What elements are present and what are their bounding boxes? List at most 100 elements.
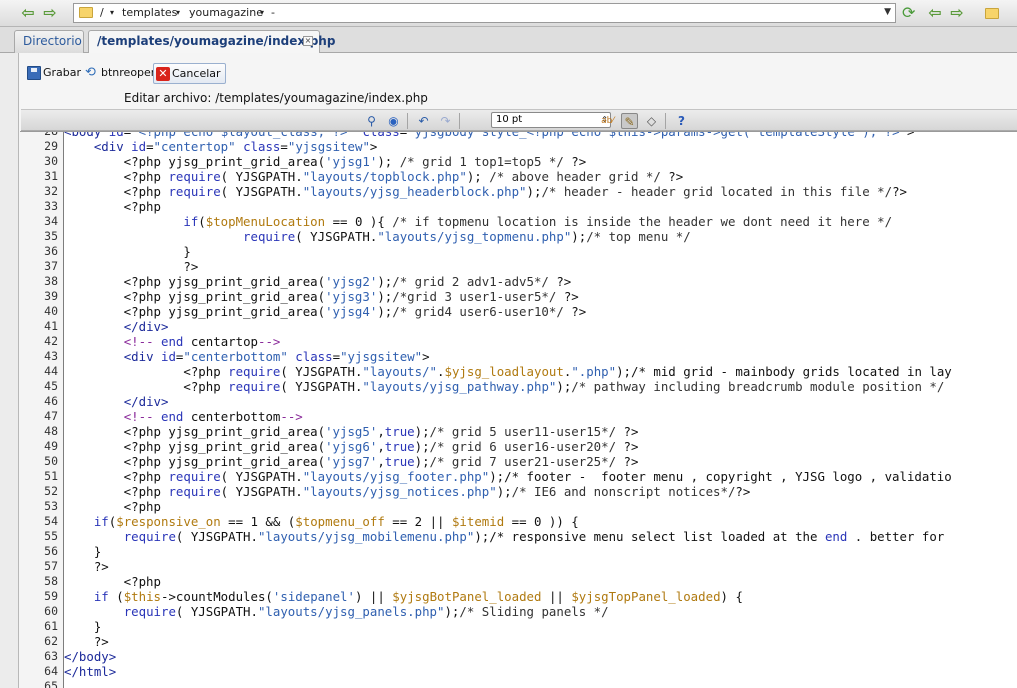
code-text[interactable]: require( YJSGPATH."layouts/yjsg_topmenu.… bbox=[64, 229, 691, 244]
code-line[interactable]: 40 <?php yjsg_print_grid_area('yjsg4');/… bbox=[20, 304, 1017, 319]
code-text[interactable]: </div> bbox=[64, 319, 169, 334]
code-text[interactable]: ?> bbox=[64, 259, 198, 274]
eraser-icon[interactable]: ◇ bbox=[643, 113, 660, 129]
code-text[interactable]: <?php require( YJSGPATH."layouts/yjsg_no… bbox=[64, 484, 751, 499]
code-text[interactable]: if($topMenuLocation == 0 ){ /* if topmen… bbox=[64, 214, 892, 229]
code-line[interactable]: 62 ?> bbox=[20, 634, 1017, 649]
forward-arrow-icon[interactable]: ⇨ bbox=[40, 4, 60, 22]
code-line[interactable]: 55 require( YJSGPATH."layouts/yjsg_mobil… bbox=[20, 529, 1017, 544]
code-text[interactable]: <div id="centertop" class="yjsgsitew"> bbox=[64, 139, 378, 154]
chevron-down-icon[interactable]: ▾ bbox=[260, 8, 264, 17]
code-text[interactable]: require( YJSGPATH."layouts/yjsg_mobileme… bbox=[64, 529, 945, 544]
code-text[interactable]: } bbox=[64, 544, 101, 559]
code-line[interactable]: 37 ?> bbox=[20, 259, 1017, 274]
code-line[interactable]: 59 if ($this->countModules('sidepanel') … bbox=[20, 589, 1017, 604]
folder-icon[interactable] bbox=[985, 8, 999, 19]
code-text[interactable]: <?php require( YJSGPATH."layouts/".$yjsg… bbox=[64, 364, 951, 379]
crumb-more[interactable]: - bbox=[271, 6, 275, 19]
code-text[interactable]: <?php yjsg_print_grid_area('yjsg6',true)… bbox=[64, 439, 639, 454]
spellcheck-icon[interactable]: ab⁄ bbox=[599, 113, 616, 129]
redo-icon[interactable]: ↷ bbox=[437, 113, 454, 129]
code-line[interactable]: 32 <?php require( YJSGPATH."layouts/yjsg… bbox=[20, 184, 1017, 199]
code-text[interactable]: </body> bbox=[64, 649, 116, 664]
code-text[interactable]: </html> bbox=[64, 664, 116, 679]
code-line[interactable]: 36 } bbox=[20, 244, 1017, 259]
code-text[interactable]: <?php require( YJSGPATH."layouts/yjsg_he… bbox=[64, 184, 907, 199]
code-text[interactable]: if($responsive_on == 1 && ($topmenu_off … bbox=[64, 514, 579, 529]
code-line[interactable]: 34 if($topMenuLocation == 0 ){ /* if top… bbox=[20, 214, 1017, 229]
code-text[interactable]: <!-- end centartop--> bbox=[64, 334, 281, 349]
code-text[interactable]: <?php require( YJSGPATH."layouts/topbloc… bbox=[64, 169, 684, 184]
crumb-root[interactable]: / bbox=[100, 6, 104, 19]
code-line[interactable]: 31 <?php require( YJSGPATH."layouts/topb… bbox=[20, 169, 1017, 184]
code-line[interactable]: 49 <?php yjsg_print_grid_area('yjsg6',tr… bbox=[20, 439, 1017, 454]
code-text[interactable]: <?php yjsg_print_grid_area('yjsg4');/* g… bbox=[64, 304, 587, 319]
code-text[interactable]: </div> bbox=[64, 394, 169, 409]
code-line[interactable]: 43 <div id="centerbottom" class="yjsgsit… bbox=[20, 349, 1017, 364]
code-text[interactable]: <!-- end centerbottom--> bbox=[64, 409, 303, 424]
help-icon[interactable]: ? bbox=[673, 113, 690, 129]
code-text[interactable]: <?php bbox=[64, 199, 161, 214]
code-text[interactable]: <?php yjsg_print_grid_area('yjsg5',true)… bbox=[64, 424, 639, 439]
forward-arrow-icon[interactable]: ⇨ bbox=[947, 4, 967, 22]
font-size-select[interactable]: 10 pt ⇕ bbox=[491, 112, 611, 128]
code-text[interactable]: require( YJSGPATH."layouts/yjsg_panels.p… bbox=[64, 604, 609, 619]
crumb-templates[interactable]: templates bbox=[122, 6, 177, 19]
code-text[interactable]: <?php yjsg_print_grid_area('yjsg3');/*gr… bbox=[64, 289, 579, 304]
code-editor[interactable]: 28 <body id="<?php echo $layout_class; ?>… bbox=[20, 131, 1017, 688]
refresh-icon[interactable]: ⟳ bbox=[902, 4, 915, 22]
code-text[interactable]: } bbox=[64, 244, 190, 259]
code-line[interactable]: 45 <?php require( YJSGPATH."layouts/yjsg… bbox=[20, 379, 1017, 394]
reopen-button[interactable]: ⟲ btnreopen bbox=[83, 63, 158, 84]
code-text[interactable]: <div id="centerbottom" class="yjsgsitew"… bbox=[64, 349, 430, 364]
path-bar[interactable]: / ▾ templates ▾ youmagazine ▾ - ▼ bbox=[73, 3, 896, 23]
code-text[interactable]: <?php require( YJSGPATH."layouts/yjsg_pa… bbox=[64, 379, 944, 394]
code-line[interactable]: 39 <?php yjsg_print_grid_area('yjsg3');/… bbox=[20, 289, 1017, 304]
code-line[interactable]: 46 </div> bbox=[20, 394, 1017, 409]
code-line[interactable]: 57 ?> bbox=[20, 559, 1017, 574]
code-line[interactable]: 30 <?php yjsg_print_grid_area('yjsg1'); … bbox=[20, 154, 1017, 169]
code-line[interactable]: 41 </div> bbox=[20, 319, 1017, 334]
code-text[interactable]: ?> bbox=[64, 559, 109, 574]
goto-icon[interactable]: ◉ bbox=[385, 113, 402, 129]
path-dropdown-icon[interactable]: ▼ bbox=[884, 7, 891, 17]
code-text[interactable]: <?php yjsg_print_grid_area('yjsg2');/* g… bbox=[64, 274, 572, 289]
cancel-button[interactable]: ✕ Cancelar bbox=[153, 63, 226, 84]
code-line[interactable]: 58 <?php bbox=[20, 574, 1017, 589]
back-arrow-icon[interactable]: ⇦ bbox=[18, 4, 38, 22]
chevron-down-icon[interactable]: ▾ bbox=[110, 8, 114, 17]
code-line[interactable]: 29 <div id="centertop" class="yjsgsitew"… bbox=[20, 139, 1017, 154]
crumb-youmagazine[interactable]: youmagazine bbox=[189, 6, 263, 19]
code-line[interactable]: 44 <?php require( YJSGPATH."layouts/".$y… bbox=[20, 364, 1017, 379]
tab-index-php[interactable]: /templates/youmagazine/index.php × bbox=[88, 30, 335, 54]
code-text[interactable]: <body id="<?php echo $layout_class; ?>" … bbox=[64, 132, 915, 139]
code-line[interactable]: 52 <?php require( YJSGPATH."layouts/yjsg… bbox=[20, 484, 1017, 499]
code-text[interactable]: <?php require( YJSGPATH."layouts/yjsg_fo… bbox=[64, 469, 952, 484]
code-line[interactable]: 28 <body id="<?php echo $layout_class; ?>… bbox=[20, 132, 1017, 139]
highlight-brush-icon[interactable]: ✎ bbox=[621, 113, 638, 129]
code-text[interactable]: <?php bbox=[64, 574, 161, 589]
code-line[interactable]: 54 if($responsive_on == 1 && ($topmenu_o… bbox=[20, 514, 1017, 529]
code-text[interactable]: <?php yjsg_print_grid_area('yjsg1'); /* … bbox=[64, 154, 587, 169]
undo-icon[interactable]: ↶ bbox=[415, 113, 432, 129]
code-line[interactable]: 60 require( YJSGPATH."layouts/yjsg_panel… bbox=[20, 604, 1017, 619]
code-line[interactable]: 50 <?php yjsg_print_grid_area('yjsg7',tr… bbox=[20, 454, 1017, 469]
code-line[interactable]: 65 bbox=[20, 679, 1017, 688]
code-text[interactable]: } bbox=[64, 619, 101, 634]
code-text[interactable]: ?> bbox=[64, 634, 109, 649]
code-text[interactable]: <?php bbox=[64, 499, 161, 514]
code-line[interactable]: 35 require( YJSGPATH."layouts/yjsg_topme… bbox=[20, 229, 1017, 244]
back-arrow-icon[interactable]: ⇦ bbox=[925, 4, 945, 22]
code-line[interactable]: 63 </body> bbox=[20, 649, 1017, 664]
chevron-down-icon[interactable]: ▾ bbox=[176, 8, 180, 17]
tab-directorio[interactable]: Directorio bbox=[14, 30, 84, 53]
code-line[interactable]: 51 <?php require( YJSGPATH."layouts/yjsg… bbox=[20, 469, 1017, 484]
code-line[interactable]: 56 } bbox=[20, 544, 1017, 559]
code-text[interactable]: if ($this->countModules('sidepanel') || … bbox=[64, 589, 743, 604]
code-line[interactable]: 48 <?php yjsg_print_grid_area('yjsg5',tr… bbox=[20, 424, 1017, 439]
code-line[interactable]: 47 <!-- end centerbottom--> bbox=[20, 409, 1017, 424]
save-button[interactable]: Grabar bbox=[25, 63, 81, 84]
code-line[interactable]: 42 <!-- end centartop--> bbox=[20, 334, 1017, 349]
code-text[interactable]: <?php yjsg_print_grid_area('yjsg7',true)… bbox=[64, 454, 639, 469]
code-line[interactable]: 38 <?php yjsg_print_grid_area('yjsg2');/… bbox=[20, 274, 1017, 289]
